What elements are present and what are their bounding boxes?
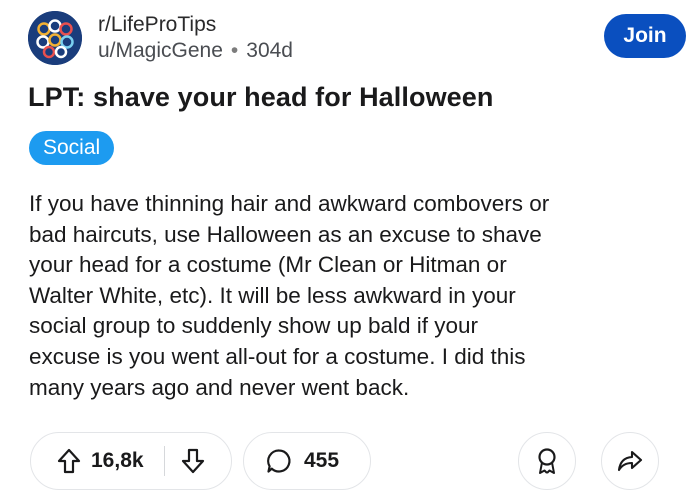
post-card: r/LifeProTips u/MagicGene • 304d Join LP…: [0, 0, 700, 495]
share-icon: [617, 450, 643, 472]
body-line: many years ago and never went back.: [29, 374, 410, 400]
award-button[interactable]: [518, 432, 576, 490]
subreddit-name[interactable]: r/LifeProTips: [98, 12, 293, 38]
post-header: r/LifeProTips u/MagicGene • 304d: [28, 11, 293, 65]
body-line: social group to suddenly show up bald if…: [29, 313, 479, 339]
post-body: If you have thinning hair and awkward co…: [29, 189, 679, 403]
post-title[interactable]: LPT: shave your head for Halloween: [28, 82, 494, 113]
user-line: u/MagicGene • 304d: [98, 38, 293, 64]
upvote-count: 16,8k: [91, 449, 144, 472]
comment-count: 455: [304, 449, 340, 472]
body-line: excuse is you went all-out for a costume…: [29, 343, 526, 369]
downvote-icon: [181, 448, 205, 474]
upvote-icon: [57, 448, 81, 474]
subreddit-avatar[interactable]: [28, 11, 82, 65]
award-icon: [538, 448, 556, 474]
username-link[interactable]: u/MagicGene: [98, 38, 223, 64]
post-age: 304d: [246, 39, 293, 62]
upvote-button[interactable]: 16,8k: [31, 433, 144, 489]
share-button[interactable]: [601, 432, 659, 490]
post-meta: r/LifeProTips u/MagicGene • 304d: [98, 12, 293, 64]
comment-icon: [267, 449, 291, 473]
body-line: your head for a costume (Mr Clean or Hit…: [29, 252, 507, 278]
post-flair[interactable]: Social: [29, 131, 115, 165]
vote-control: 16,8k: [30, 432, 232, 490]
join-button[interactable]: Join: [604, 14, 686, 58]
comments-button[interactable]: 455: [243, 432, 371, 490]
body-line: If you have thinning hair and awkward co…: [29, 191, 550, 216]
subreddit-logo-icon: [28, 11, 82, 65]
body-line: Walter White, etc). It will be less awkw…: [29, 282, 516, 308]
meta-separator: •: [230, 39, 239, 62]
body-line: bad haircuts, use Halloween as an excuse…: [29, 221, 542, 247]
downvote-button[interactable]: [165, 433, 205, 489]
